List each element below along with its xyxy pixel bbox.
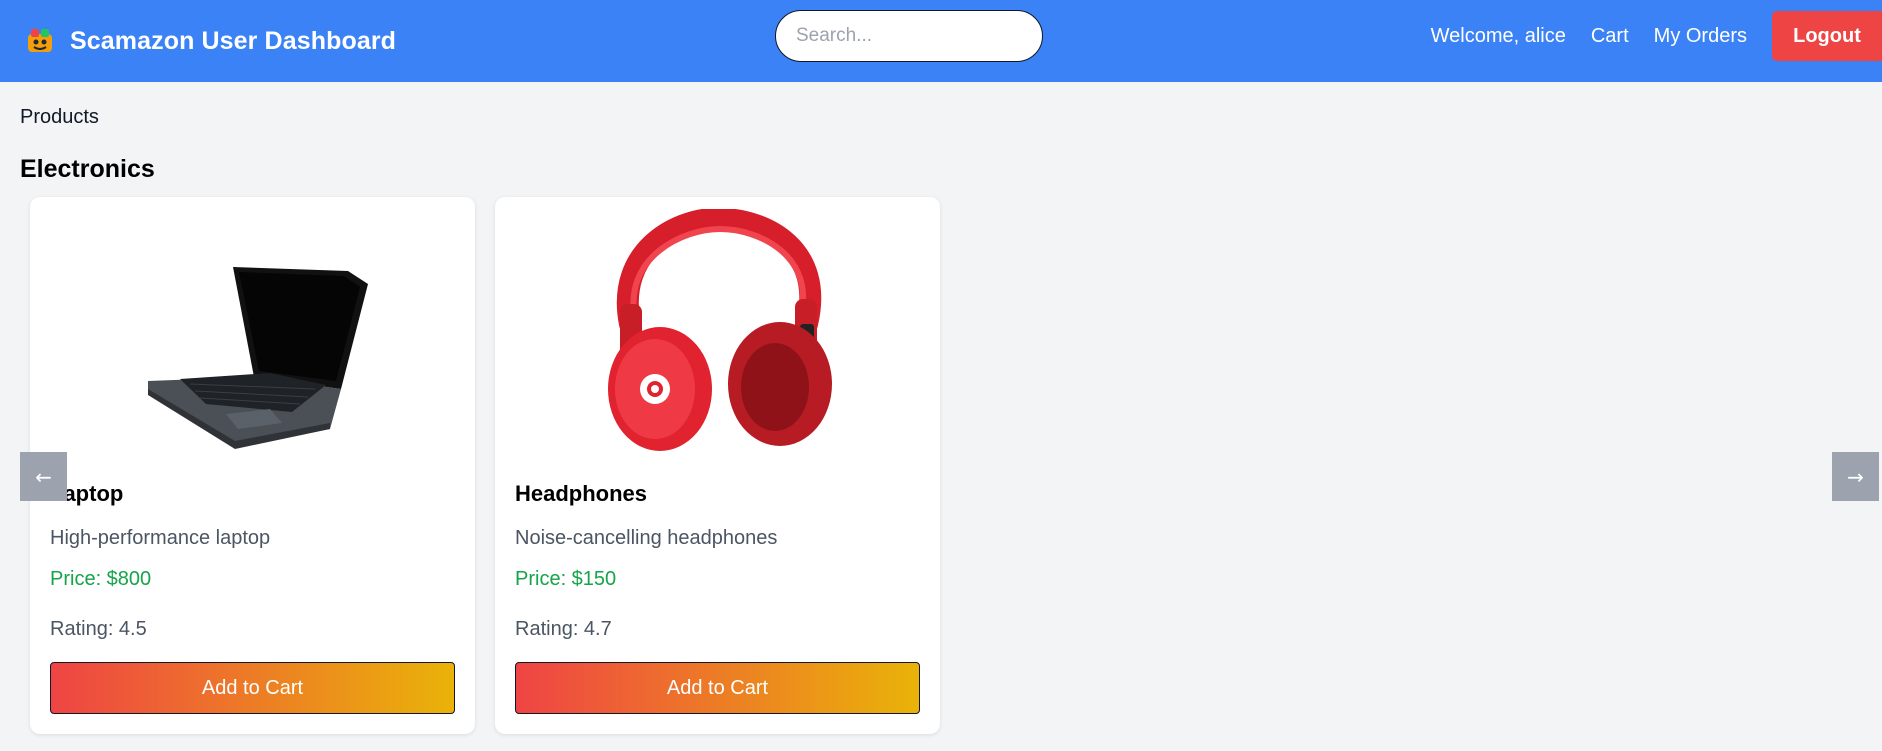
product-image-container (495, 209, 940, 459)
user-nav: Welcome, alice Cart My Orders Logout (1431, 11, 1882, 61)
product-price: Price: $800 (50, 568, 152, 590)
search-input[interactable] (775, 10, 1043, 62)
laptop-image[interactable] (30, 209, 475, 459)
headphones-image[interactable] (495, 209, 940, 459)
product-rating: Rating: 4.7 (515, 618, 612, 640)
app-title: Scamazon User Dashboard (70, 26, 397, 55)
arrow-right-icon: → (1847, 464, 1864, 489)
brand[interactable]: Scamazon User Dashboard (24, 22, 396, 60)
scamazon-logo-icon (28, 29, 52, 52)
arrow-left-icon: ← (35, 464, 52, 489)
add-to-cart-button[interactable]: Add to Cart (50, 662, 455, 714)
cart-link[interactable]: Cart (1591, 25, 1629, 48)
product-price: Price: $150 (515, 568, 617, 590)
carousel-prev-button[interactable]: ← (20, 452, 67, 501)
top-navbar: Scamazon User Dashboard Welcome, alice C… (0, 0, 1882, 82)
product-image-container (30, 209, 475, 459)
add-to-cart-button[interactable]: Add to Cart (515, 662, 920, 714)
product-card-laptop: Laptop High-performance laptop Price: $8… (30, 197, 475, 734)
product-name: Headphones (515, 481, 648, 506)
my-orders-link[interactable]: My Orders (1654, 25, 1747, 48)
product-rating: Rating: 4.5 (50, 618, 147, 640)
product-description: High-performance laptop (50, 527, 271, 549)
welcome-text: Welcome, alice (1430, 24, 1566, 47)
carousel-next-button[interactable]: → (1832, 452, 1879, 501)
breadcrumb: Products (20, 106, 99, 128)
category-title: Electronics (20, 155, 155, 183)
product-description: Noise-cancelling headphones (515, 527, 778, 549)
product-card-headphones: Headphones Noise-cancelling headphones P… (495, 197, 940, 734)
logout-button[interactable]: Logout (1772, 11, 1882, 61)
